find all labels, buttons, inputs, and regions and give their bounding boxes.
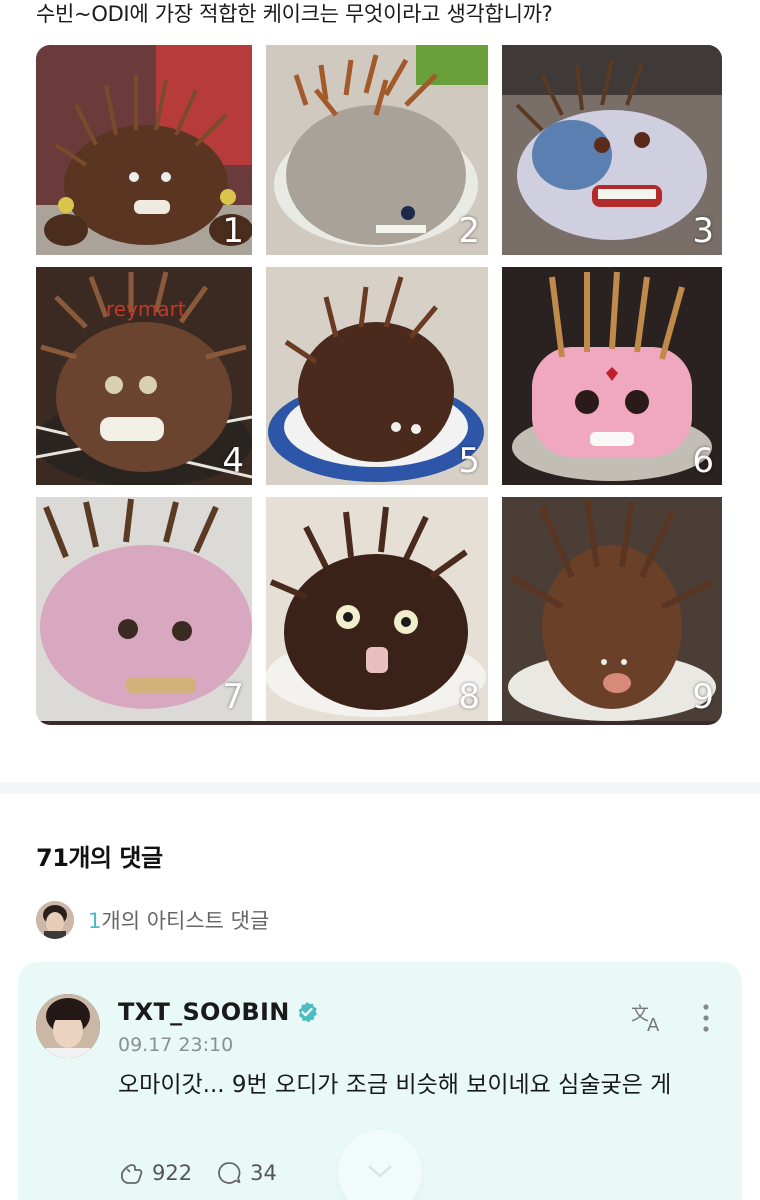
photo-number: 1	[222, 211, 244, 251]
artist-comments-filter[interactable]: 1개의 아티스트 댓글	[36, 900, 269, 940]
avatar[interactable]	[36, 994, 100, 1058]
photo-number: 5	[458, 441, 480, 481]
cake-photo-2[interactable]: 2	[266, 45, 488, 255]
artist-comment-text: 개의 아티스트 댓글	[101, 909, 270, 933]
post-question: 수빈~ODI에 가장 적합한 케이크는 무엇이라고 생각합니까?	[36, 2, 553, 26]
section-divider	[0, 782, 760, 794]
photo-number: 4	[222, 441, 244, 481]
artist-comment-count: 1	[88, 909, 102, 933]
like-button[interactable]: 922	[118, 1160, 192, 1186]
reply-count: 34	[250, 1161, 277, 1185]
reply-button[interactable]: 34	[216, 1160, 277, 1186]
photo-number: 8	[458, 677, 480, 717]
comment-author-name[interactable]: TXT_SOOBIN	[118, 998, 290, 1026]
cake-photo-9[interactable]: 9	[502, 497, 722, 721]
cake-photo-grid[interactable]: 1 2 3 4 reymart 5 6 7 8 9	[36, 45, 722, 725]
cake-photo-6[interactable]: 6	[502, 267, 722, 485]
photo-number: 7	[222, 677, 244, 717]
svg-text:A: A	[647, 1015, 660, 1034]
verified-badge-icon	[298, 1002, 317, 1023]
cake-photo-7[interactable]: 7	[36, 497, 252, 721]
comment-timestamp: 09.17 23:10	[118, 1034, 234, 1056]
photo-number: 9	[692, 677, 714, 717]
photo-number: 6	[692, 441, 714, 481]
translate-icon[interactable]: 文 A	[630, 1000, 666, 1034]
photo-number: 2	[458, 211, 480, 251]
photo-watermark: reymart	[106, 297, 186, 321]
chevron-down-icon	[368, 1165, 392, 1178]
reply-bubble-icon	[218, 1162, 241, 1184]
like-count: 922	[152, 1161, 193, 1185]
comment-count-heading: 71개의 댓글	[36, 844, 163, 872]
cake-photo-3[interactable]: 3	[502, 45, 722, 255]
cake-photo-1[interactable]: 1	[36, 45, 252, 255]
more-vertical-icon[interactable]	[700, 1002, 712, 1034]
cake-photo-5[interactable]: 5	[266, 267, 488, 485]
like-hand-icon	[121, 1164, 143, 1184]
photo-number: 3	[692, 211, 714, 251]
artist-avatar	[36, 901, 74, 939]
cake-photo-4[interactable]: 4 reymart	[36, 267, 252, 485]
artist-comments-label: 1개의 아티스트 댓글	[88, 905, 269, 935]
comment-text: 오마이갓... 9번 오디가 조금 비슷해 보이네요 심술궂은 게	[118, 1072, 672, 1098]
cake-photo-8[interactable]: 8	[266, 497, 488, 721]
grid-bottom-edge	[36, 721, 722, 725]
